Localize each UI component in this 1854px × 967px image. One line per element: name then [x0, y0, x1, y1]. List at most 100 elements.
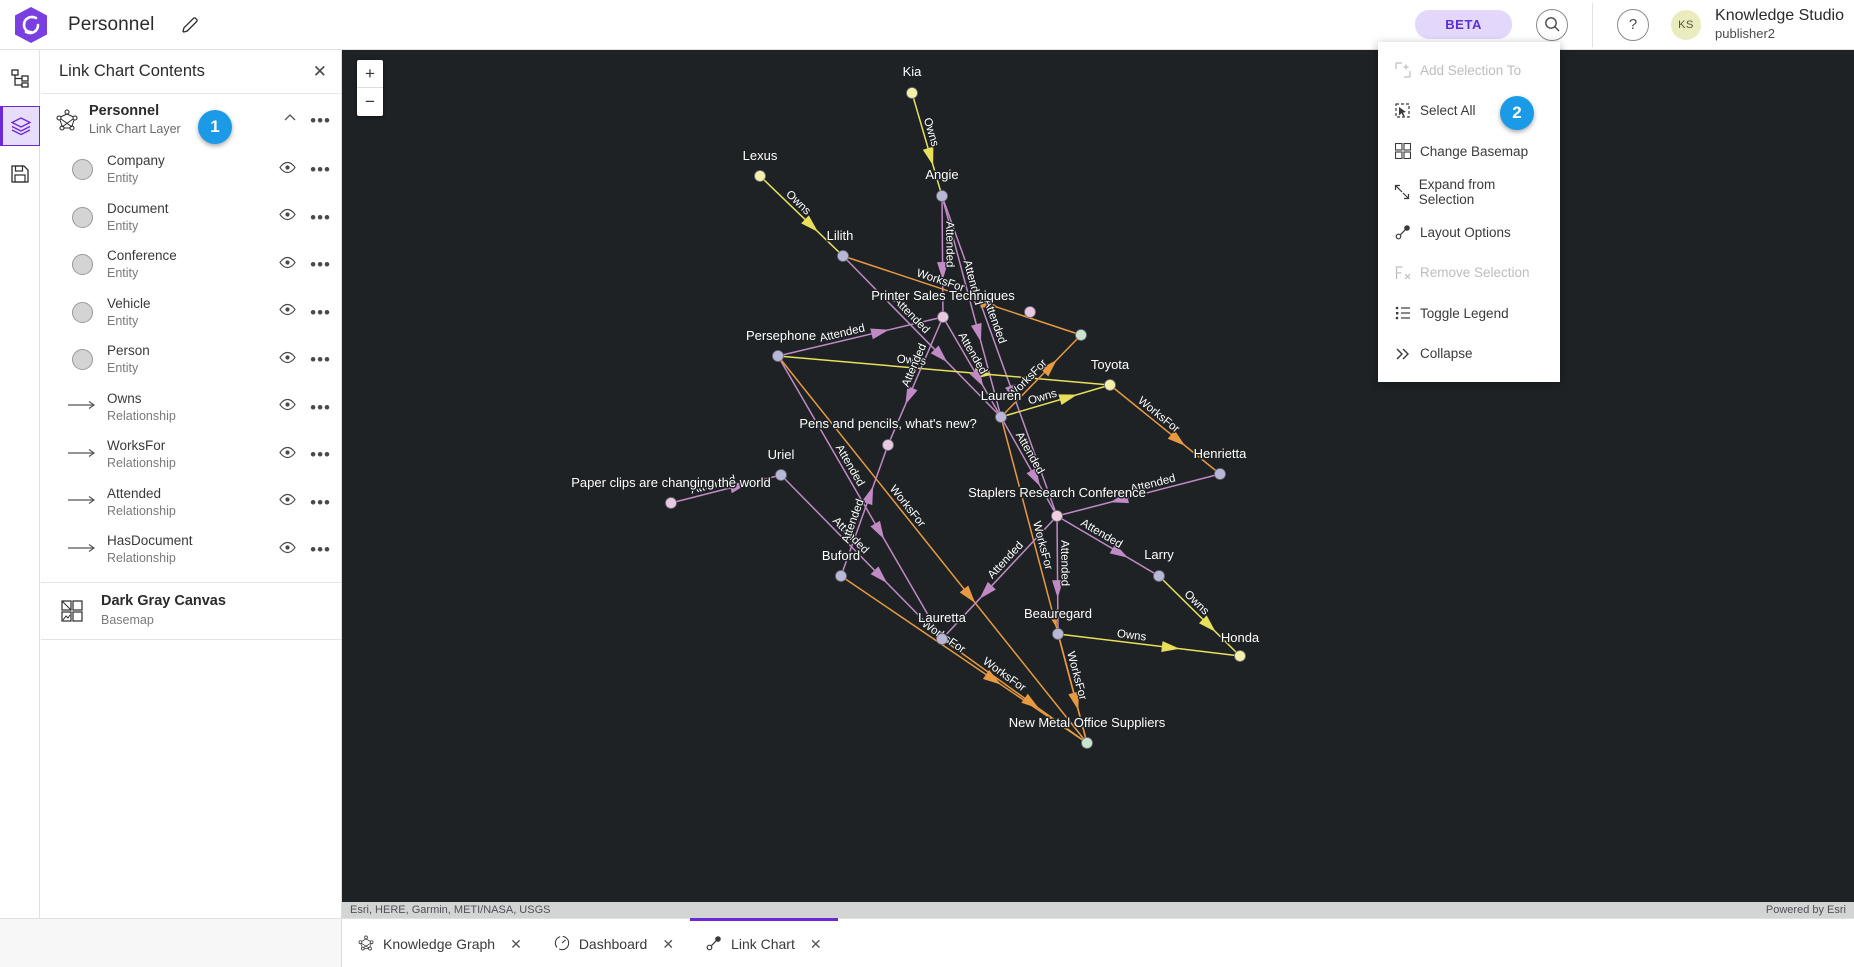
graph-node[interactable] [772, 350, 784, 362]
sublayer-more-button[interactable]: ••• [310, 209, 331, 226]
graph-edge[interactable] [1056, 515, 1160, 577]
graph-node[interactable] [882, 439, 894, 451]
context-menu-item-change-basemap[interactable]: Change Basemap [1378, 131, 1560, 172]
zoom-in-button[interactable]: + [357, 60, 383, 88]
sublayer-row-person[interactable]: Person Entity ••• [41, 336, 341, 384]
beta-badge[interactable]: BETA [1415, 10, 1513, 39]
graph-edge-arrowhead [1161, 641, 1180, 653]
graph-node[interactable] [1081, 737, 1093, 749]
tab-close-icon[interactable]: ✕ [662, 936, 674, 953]
graph-node[interactable] [1104, 379, 1116, 391]
context-menu-item-collapse[interactable]: Collapse [1378, 334, 1560, 375]
visibility-eye-icon[interactable] [279, 256, 296, 274]
visibility-eye-icon[interactable] [279, 446, 296, 464]
context-menu-item-expand-from-selection[interactable]: Expand from Selection [1378, 172, 1560, 213]
sublayer-row-company[interactable]: Company Entity ••• [41, 146, 341, 194]
graph-node[interactable] [837, 250, 849, 262]
visibility-eye-icon[interactable] [279, 351, 296, 369]
save-icon[interactable] [0, 154, 40, 194]
graph-edge[interactable] [759, 175, 844, 257]
sublayer-row-worksfor[interactable]: WorksFor Relationship ••• [41, 431, 341, 479]
sublayer-row-attended[interactable]: Attended Relationship ••• [41, 479, 341, 527]
graph-edge-label: WorksFor [1135, 395, 1181, 436]
visibility-eye-icon[interactable] [279, 398, 296, 416]
schema-icon[interactable] [0, 58, 40, 98]
sublayer-more-button[interactable]: ••• [310, 399, 331, 416]
sublayer-more-button[interactable]: ••• [310, 494, 331, 511]
graph-node[interactable] [1234, 650, 1246, 662]
visibility-eye-icon[interactable] [279, 541, 296, 559]
sublayer-more-button[interactable]: ••• [310, 304, 331, 321]
sublayer-type: Entity [107, 266, 139, 281]
graph-edge[interactable] [1057, 633, 1241, 657]
visibility-eye-icon[interactable] [279, 493, 296, 511]
graph-node[interactable] [937, 311, 949, 323]
graph-node[interactable] [775, 469, 787, 481]
visibility-eye-icon[interactable] [279, 161, 296, 179]
visibility-eye-icon[interactable] [279, 303, 296, 321]
sublayer-row-conference[interactable]: Conference Entity ••• [41, 241, 341, 289]
basemap-row[interactable]: Dark Gray Canvas Basemap [41, 583, 341, 639]
avatar[interactable]: KS [1671, 9, 1702, 40]
layers-icon[interactable] [0, 106, 40, 146]
graph-edge-arrowhead [922, 146, 934, 166]
graph-node[interactable] [665, 497, 677, 509]
graph-node[interactable] [1052, 628, 1064, 640]
sublayer-row-owns[interactable]: Owns Relationship ••• [41, 384, 341, 432]
sublayer-more-button[interactable]: ••• [310, 351, 331, 368]
sublayer-more-button[interactable]: ••• [310, 161, 331, 178]
graph-node[interactable] [995, 411, 1007, 423]
callout-badge-1: 1 [198, 110, 232, 144]
sublayer-more-button[interactable]: ••• [310, 541, 331, 558]
graph-node-label: Lilith [827, 228, 854, 243]
graph-node[interactable] [835, 570, 847, 582]
graph-node[interactable] [1024, 306, 1036, 318]
layer-row-personnel[interactable]: Personnel Link Chart Layer ••• [41, 94, 341, 146]
sublayer-row-hasdocument[interactable]: HasDocument Relationship ••• [41, 526, 341, 574]
link-chart-canvas[interactable]: + − Owns Owns Attended Attended Attended Work… [342, 50, 1854, 918]
sublayer-type: Relationship [107, 503, 176, 518]
pencil-icon[interactable] [180, 15, 200, 35]
graph-node[interactable] [1075, 329, 1087, 341]
graph-node-label: Angie [925, 167, 958, 182]
graph-node-label: Lexus [743, 148, 778, 163]
graph-node[interactable] [1051, 510, 1063, 522]
sublayer-name: Attended [107, 485, 162, 501]
lower-left-filler [0, 918, 342, 967]
sublayer-row-document[interactable]: Document Entity ••• [41, 194, 341, 242]
layer-more-button[interactable]: ••• [310, 112, 331, 129]
visibility-eye-icon[interactable] [279, 208, 296, 226]
map-attribution: Esri, HERE, Garmin, METI/NASA, USGS Powe… [342, 902, 1854, 918]
sublayer-type: Entity [107, 171, 139, 186]
tab-link-chart[interactable]: Link Chart ✕ [690, 918, 838, 967]
context-menu-item-label: Toggle Legend [1420, 305, 1509, 321]
tab-close-icon[interactable]: ✕ [510, 936, 522, 953]
tab-dashboard[interactable]: Dashboard ✕ [538, 918, 690, 967]
graph-node[interactable] [936, 633, 948, 645]
sublayer-row-vehicle[interactable]: Vehicle Entity ••• [41, 289, 341, 337]
help-icon[interactable]: ? [1617, 8, 1650, 41]
chevron-up-icon[interactable] [283, 111, 297, 130]
tab-close-icon[interactable]: ✕ [810, 936, 822, 953]
graph-node-label: Paper clips are changing the world [571, 475, 770, 490]
graph-node[interactable] [1153, 570, 1165, 582]
zoom-out-button[interactable]: − [357, 88, 383, 116]
graph-edge[interactable] [1000, 416, 1058, 517]
close-icon[interactable]: ✕ [313, 63, 327, 80]
attribution-text: Esri, HERE, Garmin, METI/NASA, USGS [350, 904, 551, 916]
graph-node[interactable] [1214, 468, 1226, 480]
relationship-arrow-icon [63, 446, 101, 464]
relationship-arrow-icon [63, 541, 101, 559]
context-menu-item-layout-options[interactable]: Layout Options [1378, 212, 1560, 253]
graph-node[interactable] [936, 190, 948, 202]
sublayer-more-button[interactable]: ••• [310, 446, 331, 463]
sublayer-more-button[interactable]: ••• [310, 256, 331, 273]
graph-node[interactable] [754, 170, 766, 182]
graph-node[interactable] [906, 87, 918, 99]
graph-edge-label: Attended [1078, 517, 1124, 551]
context-menu-item-toggle-legend[interactable]: Toggle Legend [1378, 293, 1560, 334]
tab-knowledge-graph[interactable]: Knowledge Graph ✕ [342, 918, 538, 967]
search-icon[interactable] [1536, 8, 1569, 41]
relationship-arrow-icon [63, 493, 101, 511]
graph-edge-arrowhead [959, 585, 976, 603]
